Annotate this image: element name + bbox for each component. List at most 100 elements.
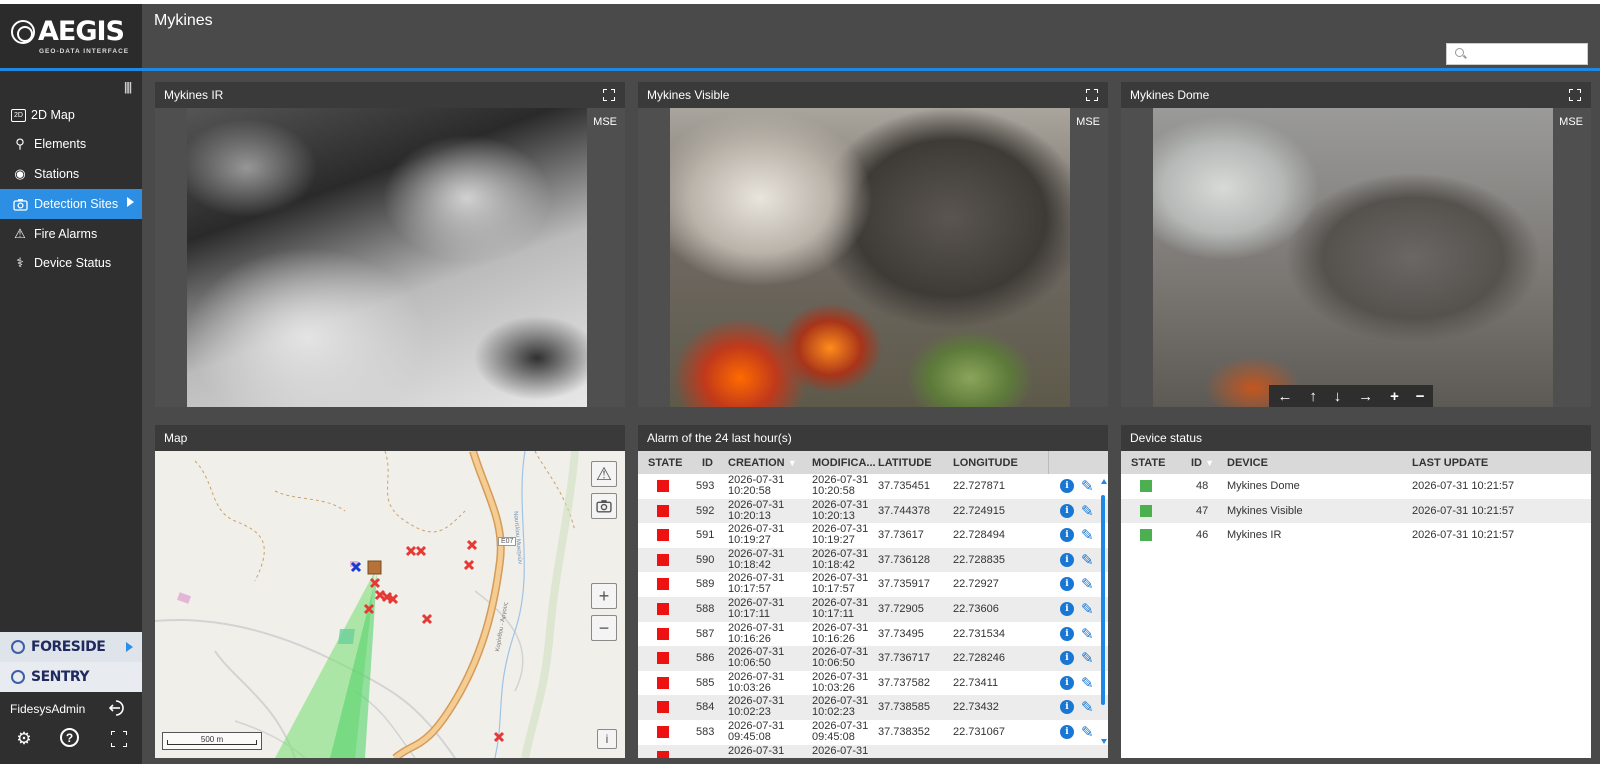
map-alarm-button[interactable]: ⚠ — [591, 461, 617, 487]
cell-modification: 2026-07-31 10:18:42 — [812, 548, 868, 571]
edit-pencil-icon[interactable]: ✎ — [1081, 698, 1094, 716]
pan-left-icon[interactable]: ← — [1277, 388, 1292, 405]
sidebar-item-stations[interactable]: ◉ Stations — [0, 159, 142, 189]
column-header-last-update[interactable]: LAST UPDATE — [1412, 457, 1488, 469]
info-icon[interactable]: i — [1060, 626, 1074, 641]
cell-longitude: 22.73432 — [953, 701, 999, 714]
cell-time: 09:45:08 — [728, 730, 771, 743]
info-icon[interactable]: i — [1060, 528, 1074, 543]
scrollbar-thumb[interactable] — [1101, 495, 1105, 705]
column-header-latitude[interactable]: LATITUDE — [878, 457, 932, 469]
info-icon[interactable]: i — [1060, 700, 1074, 715]
panel-title: Mykines Dome — [1130, 88, 1210, 102]
pan-right-icon[interactable]: → — [1358, 388, 1373, 405]
cell-time: 10:03:26 — [812, 681, 855, 694]
fullscreen-icon[interactable] — [1086, 89, 1098, 101]
table-row[interactable]: 587 2026-07-31 10:16:26 2026-07-31 10:16:26 3… — [638, 622, 1108, 647]
column-header-modification[interactable]: MODIFICA... — [812, 457, 876, 469]
logout-icon[interactable] — [108, 698, 128, 718]
table-row[interactable]: 592 2026-07-31 10:20:13 2026-07-31 10:20:13 3… — [638, 498, 1108, 524]
sidebar-item-fire-alarms[interactable]: ⚠ Fire Alarms — [0, 219, 142, 249]
search-input[interactable] — [1469, 46, 1584, 62]
fullscreen-icon[interactable] — [603, 89, 615, 101]
zoom-out-button[interactable]: − — [591, 615, 617, 641]
info-icon[interactable]: i — [1060, 503, 1074, 518]
table-row[interactable]: 593 2026-07-31 10:20:58 2026-07-31 10:20:58 3… — [638, 474, 1108, 499]
sidebar-item-detection-sites[interactable]: Detection Sites — [0, 189, 142, 219]
edit-pencil-icon[interactable]: ✎ — [1081, 600, 1094, 618]
edit-pencil-icon[interactable]: ✎ — [1081, 674, 1094, 692]
edit-pencil-icon[interactable]: ✎ — [1081, 575, 1094, 593]
cell-latitude: 37.737582 — [878, 676, 930, 689]
column-header-id[interactable]: ID ▼ — [1191, 457, 1214, 469]
search-box[interactable] — [1446, 43, 1588, 65]
zoom-out-icon[interactable]: − — [1416, 388, 1425, 405]
help-icon[interactable]: ? — [60, 728, 79, 747]
edit-pencil-icon[interactable]: ✎ — [1081, 477, 1094, 495]
collapse-sidebar-icon[interactable]: ||| — [124, 80, 132, 94]
brand-name: AEGIS — [38, 16, 125, 47]
map-canvas[interactable]: E07 Ναυπλίου Μυκηνών Κορίνθου - Άργους ⚠… — [155, 451, 625, 758]
edit-pencil-icon[interactable]: ✎ — [1081, 502, 1094, 520]
info-icon[interactable]: i — [1060, 651, 1074, 666]
zoom-in-button[interactable]: + — [591, 583, 617, 609]
edit-pencil-icon[interactable]: ✎ — [1081, 551, 1094, 569]
cell-longitude: 22.728835 — [953, 553, 1005, 566]
cell-last-update: 2026-07-31 10:21:57 — [1412, 480, 1515, 492]
column-header-creation[interactable]: CREATION ▼ — [728, 457, 797, 469]
scroll-up-icon[interactable] — [1101, 479, 1107, 484]
column-header-label: ID — [1191, 457, 1202, 469]
info-icon[interactable]: i — [1060, 479, 1074, 493]
zoom-in-icon[interactable]: + — [1390, 388, 1399, 405]
cell-latitude: 37.738585 — [878, 701, 930, 714]
table-row[interactable]: 583 2026-07-31 09:45:08 2026-07-31 09:45:08 3… — [638, 720, 1108, 745]
info-icon[interactable]: i — [1060, 675, 1074, 690]
column-header-longitude[interactable]: LONGITUDE — [953, 457, 1018, 469]
table-row[interactable]: 588 2026-07-31 10:17:11 2026-07-31 10:17:11 3… — [638, 596, 1108, 622]
info-icon[interactable]: i — [1060, 601, 1074, 616]
sidebar-item-device-status[interactable]: ⚕ Device Status — [0, 248, 142, 278]
sidebar-item-2d-map[interactable]: 2D 2D Map — [0, 100, 142, 130]
table-scrollbar[interactable] — [1101, 479, 1107, 744]
edit-pencil-icon[interactable]: ✎ — [1081, 723, 1094, 741]
aegis-logo-icon — [11, 20, 35, 44]
table-row[interactable]: 586 2026-07-31 10:06:50 2026-07-31 10:06:50 3… — [638, 646, 1108, 671]
column-header-state[interactable]: STATE — [648, 457, 682, 469]
edit-pencil-icon[interactable]: ✎ — [1081, 526, 1094, 544]
cell-device: Mykines IR — [1227, 529, 1282, 542]
settings-gear-icon[interactable]: ⚙ — [13, 728, 35, 750]
product-foreside[interactable]: FORESIDE — [0, 632, 142, 662]
table-row[interactable]: 584 2026-07-31 10:02:23 2026-07-31 10:02:23 3… — [638, 695, 1108, 720]
column-header-device[interactable]: DEVICE — [1227, 457, 1268, 469]
fullscreen-icon[interactable] — [1569, 89, 1581, 101]
map-info-button[interactable]: i — [597, 729, 617, 749]
map-camera-button[interactable] — [591, 493, 617, 519]
table-row[interactable]: 47 Mykines Visible 2026-07-31 10:21:57 — [1121, 498, 1591, 524]
cell-id: 48 — [1196, 480, 1209, 492]
sidebar-item-elements[interactable]: ⚲ Elements — [0, 129, 142, 159]
state-indicator — [657, 725, 669, 738]
cell-id: 584 — [696, 701, 715, 714]
tilt-down-icon[interactable]: ↓ — [1334, 388, 1342, 405]
edit-pencil-icon[interactable]: ✎ — [1081, 625, 1094, 643]
info-icon[interactable]: i — [1060, 724, 1074, 739]
username: FidesysAdmin — [10, 702, 86, 716]
table-row[interactable]: 2026-07-31 2026-07-31 — [638, 744, 1108, 758]
fullscreen-icon[interactable] — [108, 728, 130, 750]
table-row[interactable]: 46 Mykines IR 2026-07-31 10:21:57 — [1121, 523, 1591, 548]
table-row[interactable]: 48 Mykines Dome 2026-07-31 10:21:57 — [1121, 474, 1591, 499]
cell-modification: 2026-07-31 10:19:27 — [812, 524, 868, 546]
column-header-state[interactable]: STATE — [1131, 457, 1165, 469]
info-icon[interactable]: i — [1060, 552, 1074, 567]
table-row[interactable]: 590 2026-07-31 10:18:42 2026-07-31 10:18:42 3… — [638, 547, 1108, 573]
edit-pencil-icon[interactable]: ✎ — [1081, 649, 1094, 667]
table-row[interactable]: 591 2026-07-31 10:19:27 2026-07-31 10:19:27 3… — [638, 523, 1108, 548]
tilt-up-icon[interactable]: ↑ — [1309, 388, 1317, 405]
column-header-id[interactable]: ID — [702, 457, 713, 469]
table-row[interactable]: 589 2026-07-31 10:17:57 2026-07-31 10:17:57 3… — [638, 572, 1108, 597]
map-2d-icon: 2D — [11, 108, 26, 122]
scroll-down-icon[interactable] — [1101, 739, 1107, 744]
product-sentry[interactable]: SENTRY — [0, 662, 142, 692]
table-row[interactable]: 585 2026-07-31 10:03:26 2026-07-31 10:03:26 3… — [638, 671, 1108, 696]
info-icon[interactable]: i — [1060, 577, 1074, 592]
